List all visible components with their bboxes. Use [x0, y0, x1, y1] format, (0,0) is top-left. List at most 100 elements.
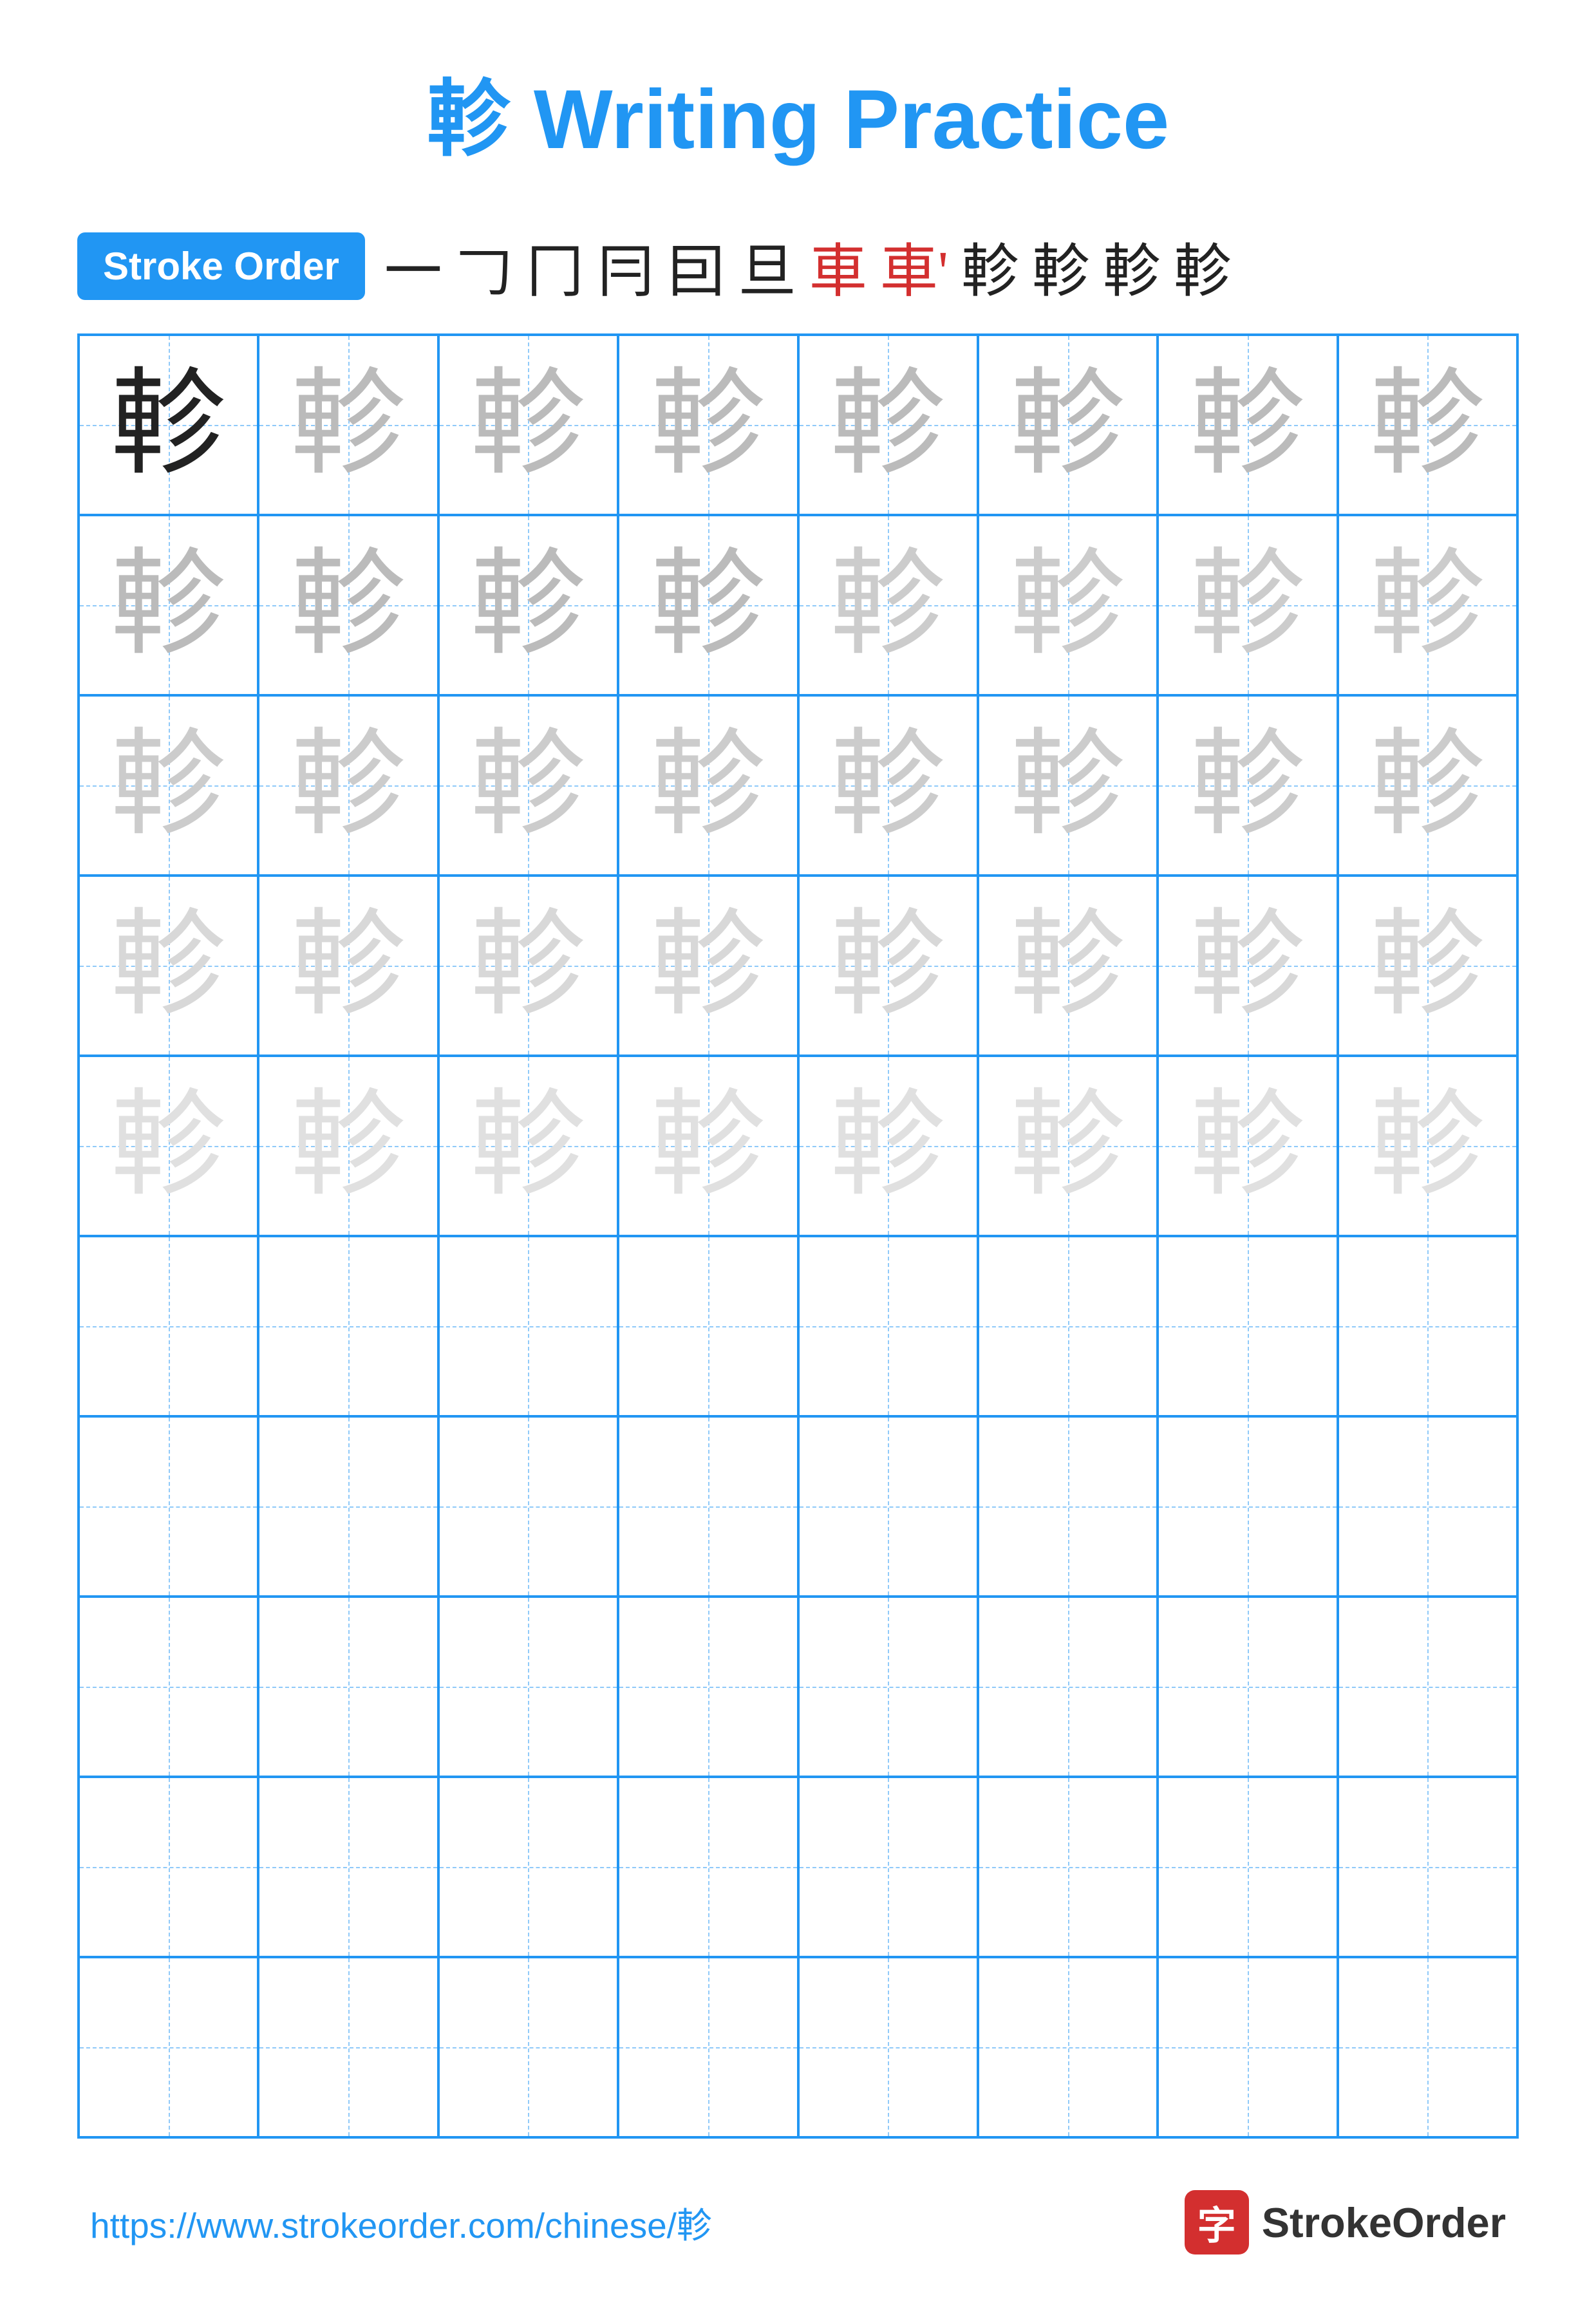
grid-cell: 軫 — [798, 876, 978, 1056]
character-cell: 軫 — [290, 727, 406, 843]
grid-cell[interactable] — [1338, 1597, 1517, 1777]
character-cell: 軫 — [1010, 367, 1126, 483]
grid-cell: 軫 — [79, 876, 258, 1056]
grid-cell[interactable] — [618, 1236, 798, 1416]
grid-cell[interactable] — [978, 1777, 1158, 1957]
grid-cell[interactable] — [438, 1597, 618, 1777]
grid-cell: 軫 — [1158, 515, 1337, 695]
grid-cell[interactable] — [1338, 1416, 1517, 1597]
grid-cell[interactable] — [258, 1597, 438, 1777]
grid-cell[interactable] — [79, 1777, 258, 1957]
character-cell: 軫 — [1190, 547, 1306, 663]
character-cell: 軫 — [290, 547, 406, 663]
grid-cell: 軫 — [618, 515, 798, 695]
grid-cell: 軫 — [438, 335, 618, 515]
character-cell: 軫 — [1369, 727, 1485, 843]
character-cell: 軫 — [1010, 547, 1126, 663]
character-cell: 軫 — [1369, 908, 1485, 1024]
character-cell: 軫 — [111, 727, 227, 843]
grid-cell[interactable] — [798, 1416, 978, 1597]
grid-cell[interactable] — [1158, 1236, 1337, 1416]
grid-cell: 軫 — [438, 876, 618, 1056]
character-cell: 軫 — [1010, 727, 1126, 843]
grid-cell[interactable] — [1158, 1416, 1337, 1597]
grid-cell[interactable] — [1338, 1777, 1517, 1957]
character-cell: 軫 — [290, 367, 406, 483]
grid-cell[interactable] — [618, 1597, 798, 1777]
stroke-char-6: 旦 — [738, 224, 796, 308]
stroke-char-4: 冃 — [597, 224, 655, 308]
grid-cell[interactable] — [438, 1236, 618, 1416]
character-cell: 軫 — [111, 547, 227, 663]
stroke-char-3: 冂 — [526, 224, 584, 308]
grid-cell: 軫 — [438, 1056, 618, 1236]
grid-cell: 軫 — [978, 876, 1158, 1056]
stroke-char-5: 囙 — [668, 224, 726, 308]
grid-cell: 軫 — [258, 515, 438, 695]
grid-cell[interactable] — [258, 1416, 438, 1597]
character-cell: 軫 — [830, 1088, 946, 1204]
grid-cell[interactable] — [258, 1957, 438, 2137]
grid-cell: 軫 — [798, 1056, 978, 1236]
footer: https://www.strokeorder.com/chinese/軫 字 … — [77, 2190, 1519, 2254]
grid-cell[interactable] — [438, 1957, 618, 2137]
grid-cell: 軫 — [1338, 1056, 1517, 1236]
grid-cell[interactable] — [438, 1416, 618, 1597]
grid-cell[interactable] — [438, 1777, 618, 1957]
grid-cell[interactable] — [618, 1777, 798, 1957]
grid-cell[interactable] — [1158, 1777, 1337, 1957]
grid-cell[interactable] — [978, 1236, 1158, 1416]
character-cell: 軫 — [830, 727, 946, 843]
character-cell: 軫 — [830, 367, 946, 483]
grid-cell[interactable] — [798, 1957, 978, 2137]
grid-cell: 軫 — [1338, 876, 1517, 1056]
grid-cell: 軫 — [978, 1056, 1158, 1236]
grid-cell[interactable] — [1158, 1957, 1337, 2137]
grid-cell: 軫 — [798, 335, 978, 515]
grid-cell[interactable] — [798, 1777, 978, 1957]
grid-cell: 軫 — [618, 876, 798, 1056]
grid-cell: 軫 — [438, 515, 618, 695]
grid-cell[interactable] — [258, 1236, 438, 1416]
grid-cell[interactable] — [1158, 1597, 1337, 1777]
character-cell: 軫 — [1369, 1088, 1485, 1204]
grid-cell[interactable] — [258, 1777, 438, 1957]
character-cell: 軫 — [1190, 367, 1306, 483]
grid-cell: 軫 — [79, 1056, 258, 1236]
grid-cell: 軫 — [978, 335, 1158, 515]
footer-logo: 字 StrokeOrder — [1185, 2190, 1506, 2254]
grid-cell[interactable] — [79, 1597, 258, 1777]
footer-url[interactable]: https://www.strokeorder.com/chinese/軫 — [90, 2197, 712, 2248]
grid-cell: 軫 — [79, 335, 258, 515]
grid-cell[interactable] — [1338, 1957, 1517, 2137]
character-cell: 軫 — [1190, 908, 1306, 1024]
character-cell: 軫 — [1010, 1088, 1126, 1204]
character-cell: 軫 — [470, 727, 586, 843]
grid-cell[interactable] — [618, 1416, 798, 1597]
grid-cell[interactable] — [79, 1236, 258, 1416]
character-cell: 軫 — [111, 908, 227, 1024]
grid-cell[interactable] — [79, 1957, 258, 2137]
grid-cell[interactable] — [1338, 1236, 1517, 1416]
grid-cell: 軫 — [258, 1056, 438, 1236]
grid-cell[interactable] — [618, 1957, 798, 2137]
grid-cell[interactable] — [79, 1416, 258, 1597]
stroke-char-10: 軫 — [1032, 224, 1090, 308]
grid-cell[interactable] — [798, 1236, 978, 1416]
character-cell: 軫 — [650, 367, 766, 483]
character-cell: 軫 — [830, 908, 946, 1024]
grid-cell[interactable] — [978, 1416, 1158, 1597]
page: 軫 Writing Practice Stroke Order 一 𠃌 冂 冃 … — [0, 0, 1596, 2306]
grid-cell[interactable] — [978, 1957, 1158, 2137]
grid-cell[interactable] — [798, 1597, 978, 1777]
character-cell: 軫 — [290, 908, 406, 1024]
grid-cell: 軫 — [618, 1056, 798, 1236]
stroke-char-7: 車 — [809, 224, 867, 308]
grid-cell: 軫 — [1158, 695, 1337, 876]
grid-cell: 軫 — [618, 695, 798, 876]
character-cell: 軫 — [470, 367, 586, 483]
character-cell: 軫 — [470, 1088, 586, 1204]
grid-cell: 軫 — [258, 335, 438, 515]
grid-cell[interactable] — [978, 1597, 1158, 1777]
logo-text: StrokeOrder — [1262, 2198, 1506, 2247]
